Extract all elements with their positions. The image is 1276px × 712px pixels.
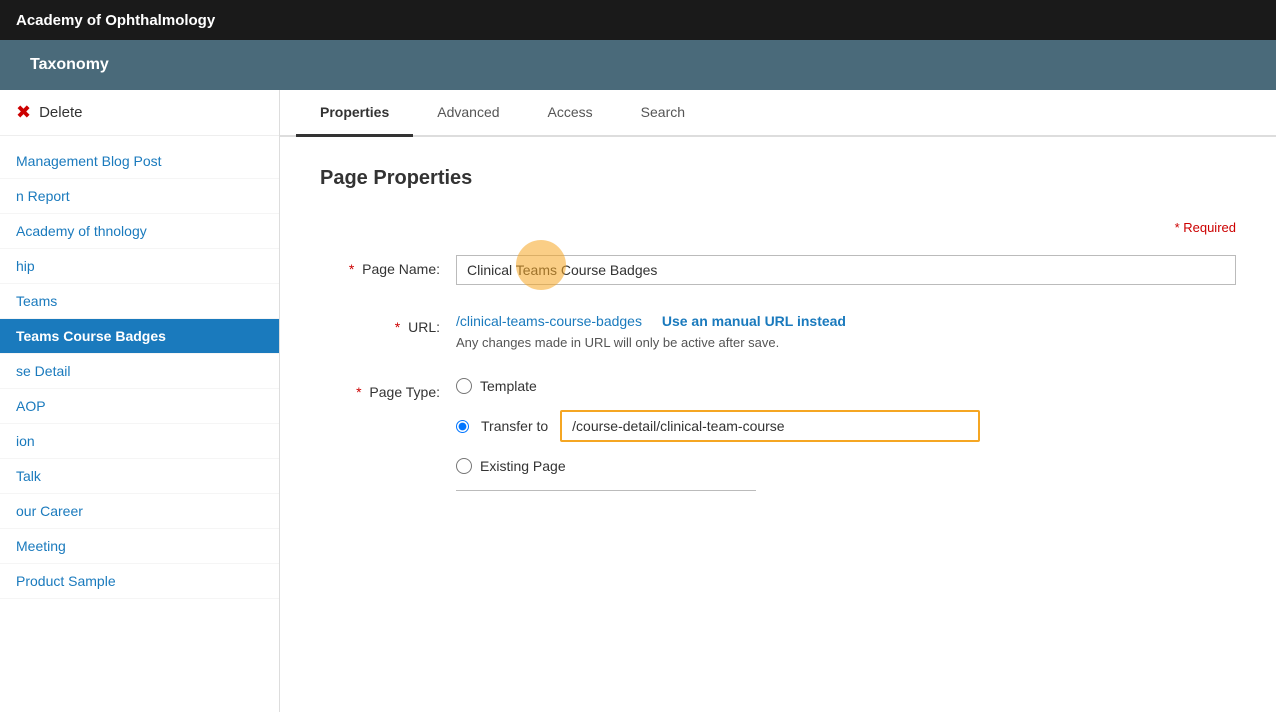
sidebar-item-teams[interactable]: Teams — [0, 284, 279, 319]
sidebar-item-our-career[interactable]: our Career — [0, 494, 279, 529]
page-type-existing-radio[interactable] — [456, 458, 472, 474]
page-type-row: * Page Type: Template Transfer to — [320, 378, 1236, 491]
sidebar-item-se-detail[interactable]: se Detail — [0, 354, 279, 389]
sidebar-item-academy[interactable]: Academy of thnology — [0, 214, 279, 249]
page-type-template-radio[interactable] — [456, 378, 472, 394]
sidebar-item-product-sample[interactable]: Product Sample — [0, 564, 279, 599]
delete-icon: ✖ — [16, 102, 31, 123]
page-type-transfer-label: Transfer to — [481, 418, 548, 434]
sidebar-item-teams-course-badges[interactable]: Teams Course Badges — [0, 319, 279, 354]
page-type-label: * Page Type: — [320, 378, 440, 400]
page-name-row: * Page Name: — [320, 255, 1236, 285]
url-row: * URL: /clinical-teams-course-badges Use… — [320, 313, 1236, 350]
page-type-transfer-row: Transfer to — [456, 410, 1236, 442]
sidebar-item-meeting[interactable]: Meeting — [0, 529, 279, 564]
nav-item-taxonomy[interactable]: Taxonomy — [10, 40, 129, 90]
app-title: Academy of Ophthalmology — [16, 12, 215, 29]
url-required-star: * — [395, 319, 400, 335]
nav-bar: Taxonomy — [0, 40, 1276, 90]
main-layout: ✖ Delete Management Blog Post n Report A… — [0, 90, 1276, 712]
top-bar: Academy of Ophthalmology — [0, 0, 1276, 40]
sidebar: ✖ Delete Management Blog Post n Report A… — [0, 90, 280, 712]
tab-search[interactable]: Search — [617, 90, 709, 137]
page-type-existing-option: Existing Page — [456, 458, 1236, 474]
required-star: * — [349, 261, 354, 277]
sidebar-item-hip[interactable]: hip — [0, 249, 279, 284]
url-field: /clinical-teams-course-badges Use an man… — [456, 313, 1236, 350]
sidebar-item-report[interactable]: n Report — [0, 179, 279, 214]
url-value-link[interactable]: /clinical-teams-course-badges — [456, 313, 642, 329]
url-notice: Any changes made in URL will only be act… — [456, 335, 1236, 350]
required-note: * Required — [320, 220, 1236, 235]
url-manual-link[interactable]: Use an manual URL instead — [662, 313, 846, 329]
tabs-bar: Properties Advanced Access Search — [280, 90, 1276, 137]
sidebar-item-aop[interactable]: AOP — [0, 389, 279, 424]
page-type-required-star: * — [356, 384, 361, 400]
page-content: Page Properties * Required * Page Name: … — [280, 137, 1276, 712]
delete-button[interactable]: Delete — [39, 104, 82, 121]
tab-access[interactable]: Access — [524, 90, 617, 137]
sidebar-item-ion[interactable]: ion — [0, 424, 279, 459]
tab-advanced[interactable]: Advanced — [413, 90, 523, 137]
page-properties-title: Page Properties — [320, 167, 1236, 190]
sidebar-item-talk[interactable]: Talk — [0, 459, 279, 494]
page-name-field — [456, 255, 1236, 285]
page-type-template-label: Template — [480, 378, 537, 394]
sidebar-items: Management Blog Post n Report Academy of… — [0, 136, 279, 607]
page-type-transfer-radio[interactable] — [456, 420, 469, 433]
sidebar-toolbar: ✖ Delete — [0, 90, 279, 136]
sidebar-item-management-blog-post[interactable]: Management Blog Post — [0, 144, 279, 179]
page-name-input[interactable] — [456, 255, 1236, 285]
page-type-existing-label: Existing Page — [480, 458, 566, 474]
url-label: * URL: — [320, 313, 440, 335]
page-name-label: * Page Name: — [320, 255, 440, 277]
transfer-url-input[interactable] — [560, 410, 980, 442]
tab-properties[interactable]: Properties — [296, 90, 413, 137]
page-type-template-option: Template — [456, 378, 1236, 394]
content-area: Properties Advanced Access Search Page P… — [280, 90, 1276, 712]
page-type-field: Template Transfer to Existing Page — [456, 378, 1236, 491]
bottom-divider — [456, 490, 756, 491]
